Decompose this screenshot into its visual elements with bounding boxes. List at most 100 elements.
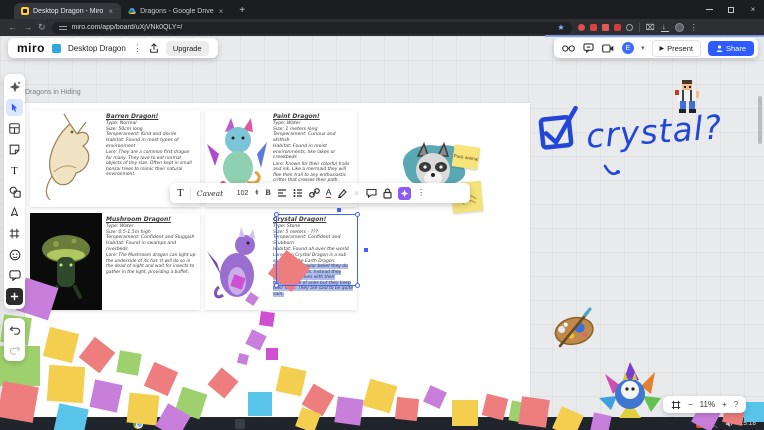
download-icon[interactable] — [661, 24, 669, 32]
url-bar[interactable]: miro.com/app/board/uXjVNk0QLY=/ ★ — [52, 22, 572, 34]
profile-avatar[interactable] — [675, 23, 684, 32]
zoom-level[interactable]: 11% — [700, 400, 715, 409]
back-icon[interactable]: ← — [8, 23, 17, 32]
bullet-list-icon[interactable] — [293, 188, 303, 198]
site-settings-icon[interactable] — [59, 24, 67, 32]
card-mushroom-dragon[interactable]: Mushroom Dragon! Type: Water Size: 0.5-1… — [30, 213, 200, 310]
undo-redo-bar — [4, 318, 25, 361]
highlighter-icon[interactable] — [337, 188, 347, 198]
board-name[interactable]: Desktop Dragon — [68, 44, 126, 53]
tab-drive[interactable]: Dragons - Google Drive × — [121, 3, 231, 19]
browser-tabstrip: Desktop Dragon - Miro × Dragons - Google… — [0, 0, 764, 19]
card-title: Barren Dragon! — [106, 113, 196, 120]
new-tab-button[interactable]: + — [239, 5, 245, 16]
templates-icon[interactable] — [6, 120, 23, 137]
stamp-icon[interactable] — [6, 246, 23, 263]
taskbar-app-icon[interactable] — [235, 419, 245, 429]
cast-icon[interactable]: ⌧ — [646, 24, 655, 32]
user-avatar[interactable]: E — [622, 42, 634, 54]
pack-animal-tag[interactable]: Pack animal — [452, 144, 481, 169]
scrollbar-thumb[interactable] — [758, 96, 762, 144]
speaker-icon[interactable] — [725, 420, 733, 428]
paint-palette-sticker[interactable] — [552, 304, 596, 355]
effects-icon[interactable]: ✳ — [353, 189, 360, 198]
sticky-note-icon[interactable] — [6, 141, 23, 158]
drive-favicon — [128, 7, 136, 15]
font-size-stepper[interactable]: ▲▼ — [254, 190, 259, 196]
forward-icon[interactable]: → — [23, 23, 32, 32]
taskbar-clock[interactable]: 15:18 — [740, 420, 756, 427]
text-color-icon[interactable]: A — [326, 188, 332, 198]
barren-dragon-image — [30, 110, 102, 207]
zoom-out-button[interactable]: − — [688, 400, 693, 409]
rainbow-dragon-sticker[interactable] — [597, 360, 663, 425]
ai-sparkle-button[interactable] — [398, 187, 411, 200]
miro-header-right: E ▾ ▶ Present Share — [554, 38, 758, 58]
text-tool-icon[interactable]: T — [6, 162, 23, 179]
miro-logo[interactable]: miro — [17, 41, 45, 55]
tab-close-icon[interactable]: × — [107, 7, 114, 16]
maximize-button[interactable] — [720, 0, 742, 19]
farmer-sticker[interactable] — [672, 78, 702, 119]
comment-tool-icon[interactable] — [6, 267, 23, 284]
redo-icon[interactable] — [6, 341, 23, 358]
ai-assist-icon[interactable] — [6, 78, 23, 95]
miro-header-left: miro Desktop Dragon ⋮ Upgrade — [8, 38, 218, 58]
tab-close-icon[interactable]: × — [218, 7, 225, 16]
comments-panel-icon[interactable] — [582, 42, 595, 55]
selection-handle[interactable] — [274, 283, 279, 288]
zoom-in-button[interactable]: + — [722, 400, 727, 409]
comment-icon[interactable] — [366, 188, 377, 198]
tray-chevron-icon[interactable]: ︿ — [711, 419, 718, 429]
text-selection-box[interactable] — [276, 214, 358, 286]
extensions-puzzle-icon[interactable] — [626, 24, 633, 31]
tab-title: Dragons - Google Drive — [140, 8, 214, 15]
miro-canvas[interactable]: Dragons in Hiding Barren Dragon! Type: N… — [0, 36, 764, 417]
share-button[interactable]: Share — [708, 41, 754, 56]
minimize-button[interactable] — [698, 0, 720, 19]
tray-notification-icon[interactable] — [696, 420, 704, 428]
pen-icon[interactable] — [6, 204, 23, 221]
reactions-icon[interactable] — [562, 42, 575, 55]
font-size-value[interactable]: 102 — [237, 190, 249, 197]
select-tool-icon[interactable] — [6, 99, 23, 116]
link-icon[interactable] — [309, 188, 320, 198]
handwritten-text[interactable]: crystal? — [585, 107, 724, 155]
upgrade-button[interactable]: Upgrade — [166, 41, 209, 56]
lock-icon[interactable] — [383, 188, 392, 199]
chevron-down-icon[interactable]: ▾ — [641, 44, 645, 52]
export-icon[interactable] — [149, 43, 159, 54]
browser-menu-icon[interactable]: ⋮ — [690, 24, 698, 32]
frame-tool-icon[interactable] — [6, 225, 23, 242]
selection-handle[interactable] — [274, 212, 279, 217]
present-button[interactable]: ▶ Present — [652, 40, 701, 57]
more-options-icon[interactable]: ⋮ — [417, 189, 425, 197]
url-text: miro.com/app/board/uXjVNk0QLY=/ — [72, 24, 553, 31]
more-tools-icon[interactable] — [6, 288, 23, 305]
frame-title[interactable]: Dragons in Hiding — [25, 89, 81, 96]
crystal-dragon-image — [205, 213, 269, 310]
selection-handle[interactable] — [355, 212, 360, 217]
close-button[interactable]: × — [742, 0, 764, 19]
undo-icon[interactable] — [6, 321, 23, 338]
extension-icon[interactable] — [602, 24, 609, 31]
selection-handle[interactable] — [355, 283, 360, 288]
reload-icon[interactable]: ↻ — [38, 23, 46, 32]
shapes-icon[interactable] — [6, 183, 23, 200]
bold-icon[interactable]: B — [265, 189, 270, 197]
extension-icon[interactable] — [614, 24, 621, 31]
bookmark-star-icon[interactable]: ★ — [557, 23, 564, 32]
font-select[interactable]: Caveat — [197, 189, 231, 198]
extension-icon[interactable] — [590, 24, 597, 31]
fit-to-frame-icon[interactable] — [671, 400, 681, 410]
align-icon[interactable] — [277, 188, 287, 198]
help-icon[interactable]: ? — [734, 400, 738, 409]
drawn-checkbox[interactable] — [532, 102, 586, 162]
tab-miro[interactable]: Desktop Dragon - Miro × — [14, 3, 121, 19]
extension-icon[interactable] — [578, 24, 585, 31]
taskbar-chrome-icon[interactable] — [133, 419, 143, 429]
board-menu-icon[interactable]: ⋮ — [133, 43, 142, 54]
text-style-icon[interactable]: T — [177, 187, 184, 199]
collaborator-cursor-dot — [364, 248, 368, 252]
video-camera-icon[interactable] — [602, 42, 615, 55]
